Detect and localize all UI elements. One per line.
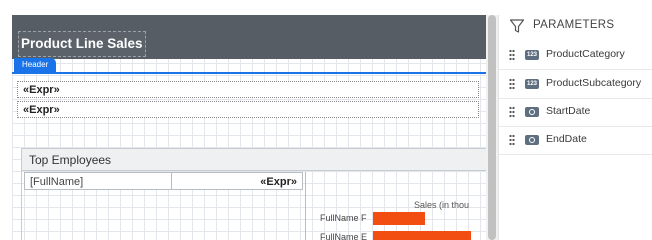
parameter-label: StartDate (546, 105, 591, 117)
chart-title: Sales (in thou (414, 200, 470, 210)
drag-handle-icon[interactable] (509, 78, 515, 90)
date-type-icon (525, 135, 539, 145)
filter-icon (509, 19, 525, 33)
top-employees-panel[interactable]: Top Employees [FullName] «Expr» (21, 148, 486, 240)
column-divider (305, 172, 306, 240)
expression-field[interactable]: «Expr» (17, 81, 479, 98)
parameter-label: EndDate (546, 133, 587, 145)
fullname-cell[interactable]: [FullName] (24, 172, 172, 190)
parameter-label: ProductCategory (546, 48, 625, 60)
drag-handle-icon[interactable] (509, 106, 515, 118)
parameters-panel: PARAMETERS 123 ProductCategory 123 Produ… (498, 15, 652, 240)
sales-bar[interactable] (373, 212, 425, 225)
number-type-icon: 123 (525, 50, 539, 60)
bar-label: FullName F (320, 213, 367, 223)
parameter-item-productcategory[interactable]: 123 ProductCategory (499, 41, 652, 70)
drag-handle-icon[interactable] (509, 134, 515, 146)
parameter-item-enddate[interactable]: EndDate (499, 126, 652, 155)
scrollbar-thumb[interactable] (488, 15, 496, 240)
panel-title: Top Employees (22, 149, 486, 171)
bar-label: FullName E (320, 232, 368, 240)
designer-scrollbar[interactable] (486, 15, 498, 240)
sales-bar[interactable] (373, 231, 471, 240)
parameter-label: ProductSubcategory (546, 77, 642, 89)
report-title[interactable]: Product Line Sales (18, 31, 146, 57)
expression-cell[interactable]: «Expr» (171, 172, 303, 190)
header-band-tab[interactable]: Header (14, 58, 57, 72)
date-type-icon (525, 107, 539, 117)
parameters-title: PARAMETERS (533, 19, 615, 31)
band-divider (12, 72, 486, 74)
expression-field[interactable]: «Expr» (17, 101, 479, 118)
drag-handle-icon[interactable] (509, 49, 515, 61)
parameter-item-productsubcategory[interactable]: 123 ProductSubcategory (499, 70, 652, 99)
report-design-surface[interactable]: Product Line Sales Header «Expr» «Expr» … (12, 15, 486, 240)
parameter-item-startdate[interactable]: StartDate (499, 98, 652, 127)
number-type-icon: 123 (525, 79, 539, 89)
report-header-band[interactable]: Product Line Sales (12, 15, 486, 59)
